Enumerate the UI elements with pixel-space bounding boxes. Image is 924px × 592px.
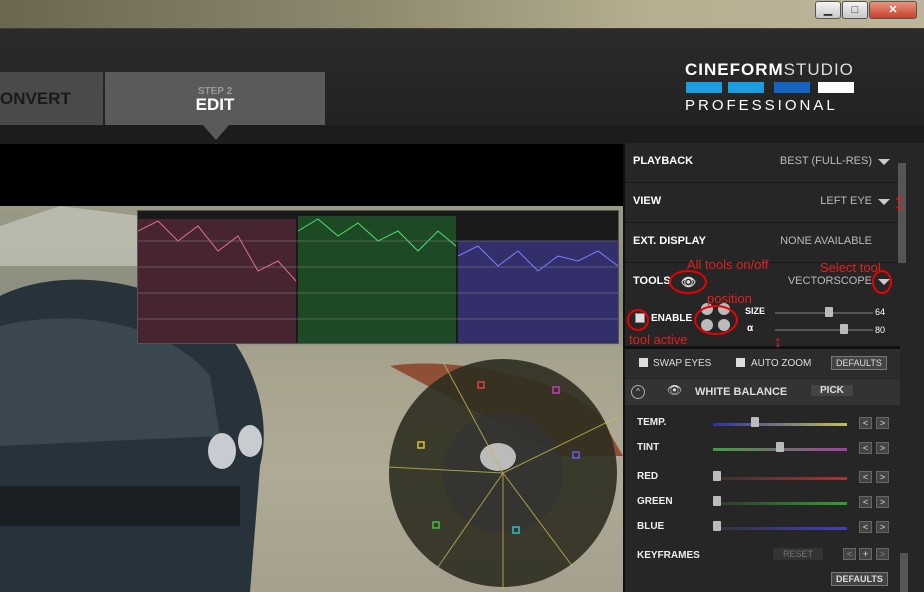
annotation-dropdown-ring <box>872 270 892 294</box>
vectorscope-overlay <box>388 359 618 589</box>
playback-row[interactable]: PLAYBACK BEST (FULL-RES) <box>625 143 900 183</box>
maximize-button[interactable]: □ <box>842 1 868 19</box>
tab-edit[interactable]: STEP 2 EDIT <box>105 72 325 125</box>
temp-prev-button[interactable]: < <box>859 417 872 429</box>
temp-next-button[interactable]: > <box>876 417 889 429</box>
green-slider[interactable] <box>713 502 847 505</box>
green-prev-button[interactable]: < <box>859 496 872 508</box>
annotation-position: position <box>707 291 752 306</box>
tools-label: TOOLS <box>633 275 671 287</box>
wb-defaults-button[interactable]: DEFAULTS <box>831 572 888 586</box>
logo-bar-2 <box>728 82 764 93</box>
view-label: VIEW <box>633 195 662 207</box>
keyframe-prev-button[interactable]: < <box>843 548 856 560</box>
lower-scrollbar[interactable] <box>900 553 908 592</box>
white-balance-eye-icon[interactable]: 👁 <box>667 383 682 397</box>
keyframes-label: KEYFRAMES <box>637 550 700 561</box>
red-slider-handle[interactable] <box>713 471 721 481</box>
annotation-checkbox-ring <box>627 309 649 331</box>
pick-button[interactable]: PICK <box>811 385 853 396</box>
keyframe-add-button[interactable]: + <box>859 548 872 560</box>
green-label: GREEN <box>637 496 673 507</box>
annotation-divider-arrow-icon: ↕ <box>774 334 782 351</box>
blue-slider-handle[interactable] <box>713 521 721 531</box>
temp-slider-handle[interactable] <box>751 417 759 427</box>
temp-slider[interactable] <box>713 423 847 426</box>
playback-dropdown-icon[interactable] <box>878 159 890 165</box>
tint-next-button[interactable]: > <box>876 442 889 454</box>
minimize-button[interactable]: ▁ <box>815 1 841 19</box>
playback-value: BEST (FULL-RES) <box>779 155 872 167</box>
view-row[interactable]: VIEW LEFT EYE <box>625 183 900 223</box>
annotation-tool-active: tool active <box>629 332 688 347</box>
active-tab-pointer-icon <box>202 124 230 140</box>
tint-slider-handle[interactable] <box>776 442 784 452</box>
alpha-slider[interactable] <box>775 329 873 331</box>
white-balance-controls: TEMP. TINT RED GREEN BLUE < > < > < > < … <box>625 405 900 592</box>
keyframe-next-button[interactable]: > <box>876 548 889 560</box>
red-label: RED <box>637 471 659 482</box>
logo-bar-1 <box>686 82 722 93</box>
close-button[interactable]: ✕ <box>869 1 917 19</box>
enable-label: ENABLE <box>651 313 693 324</box>
green-slider-handle[interactable] <box>713 496 721 506</box>
blue-slider[interactable] <box>713 527 847 530</box>
auto-zoom-label: AUTO ZOOM <box>751 358 812 369</box>
ext-display-label: EXT. DISPLAY <box>633 235 706 247</box>
swap-eyes-label: SWAP EYES <box>653 358 712 369</box>
keyframes-reset-button[interactable]: RESET <box>773 548 824 560</box>
playback-label: PLAYBACK <box>633 155 694 167</box>
white-balance-header[interactable]: ^ 👁 WHITE BALANCE PICK <box>625 379 900 405</box>
size-value: 64 <box>875 307 886 317</box>
alpha-value: 80 <box>875 325 886 335</box>
logo-bar-4 <box>818 82 854 93</box>
swap-eyes-checkbox[interactable] <box>639 358 648 367</box>
ext-display-value: NONE AVAILABLE <box>780 235 872 247</box>
size-slider[interactable] <box>775 312 873 314</box>
auto-zoom-checkbox[interactable] <box>736 358 745 367</box>
window-titlebar <box>0 0 924 28</box>
white-balance-title: WHITE BALANCE <box>695 386 788 398</box>
annotation-scroll-arrow-icon: ↕ <box>893 186 906 216</box>
green-next-button[interactable]: > <box>876 496 889 508</box>
tab-edit-label: EDIT <box>195 95 235 114</box>
collapse-icon[interactable]: ^ <box>631 385 645 399</box>
settings-panel: PLAYBACK BEST (FULL-RES) VIEW LEFT EYE E… <box>623 143 924 592</box>
size-label: SIZE <box>745 306 766 316</box>
defaults-button[interactable]: DEFAULTS <box>831 356 887 370</box>
annotation-select-tool: Select tool <box>820 260 881 275</box>
logo-edition: PROFESSIONAL <box>685 97 838 114</box>
options-bar: SWAP EYES AUTO ZOOM DEFAULTS <box>625 349 900 378</box>
video-viewer[interactable] <box>0 144 623 592</box>
alpha-slider-handle[interactable] <box>840 324 848 334</box>
tab-convert[interactable]: ONVERT <box>0 72 103 125</box>
blue-prev-button[interactable]: < <box>859 521 872 533</box>
temp-label: TEMP. <box>637 417 667 428</box>
annotation-position-ring <box>694 305 738 335</box>
view-value: LEFT EYE <box>820 195 872 207</box>
logo-text: CINEFORMSTUDIO <box>685 60 854 79</box>
size-slider-handle[interactable] <box>825 307 833 317</box>
tools-value: VECTORSCOPE <box>787 275 872 287</box>
red-slider[interactable] <box>713 477 847 480</box>
tint-prev-button[interactable]: < <box>859 442 872 454</box>
view-dropdown-icon[interactable] <box>878 199 890 205</box>
annotation-all-tools: All tools on/off <box>687 257 769 272</box>
waveform-parade <box>137 210 619 344</box>
logo-bar-3 <box>774 82 810 93</box>
blue-label: BLUE <box>637 521 665 532</box>
blue-next-button[interactable]: > <box>876 521 889 533</box>
red-next-button[interactable]: > <box>876 471 889 483</box>
red-prev-button[interactable]: < <box>859 471 872 483</box>
tint-label: TINT <box>637 442 660 453</box>
alpha-label: α <box>747 323 754 334</box>
annotation-eye-ring <box>669 270 707 294</box>
